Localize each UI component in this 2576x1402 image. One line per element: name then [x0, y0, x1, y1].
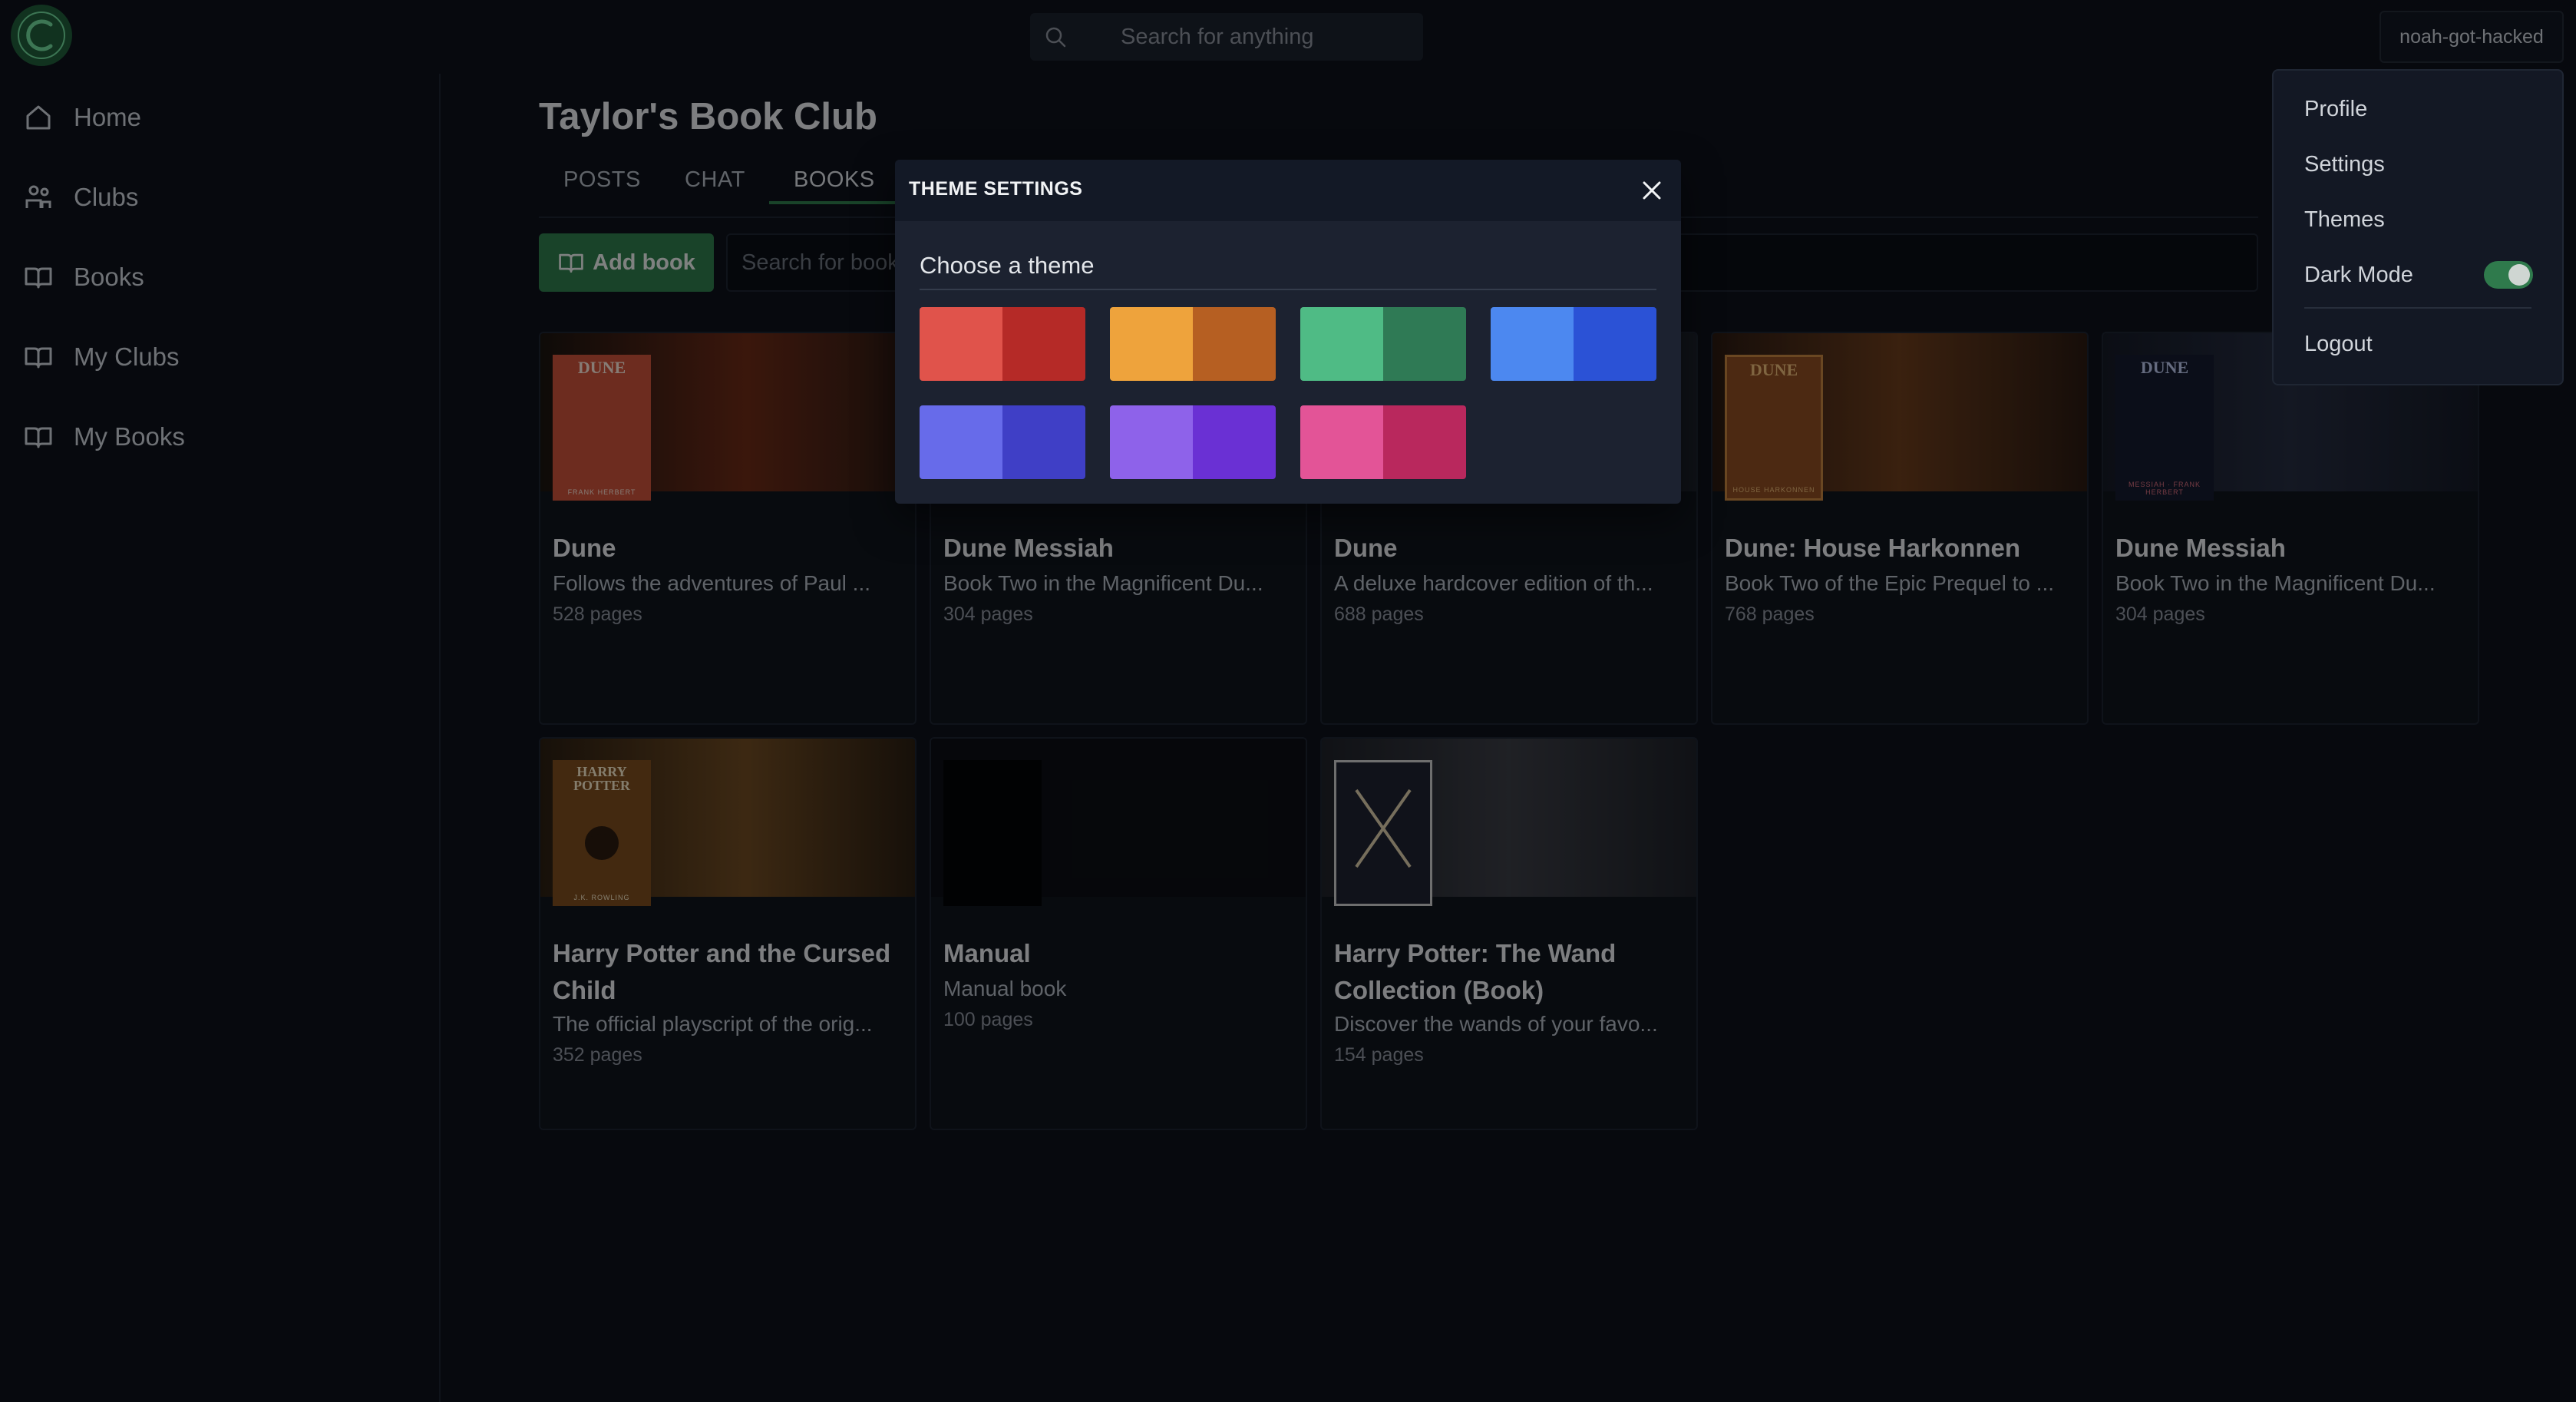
theme-settings-modal: THEME SETTINGS Choose a theme — [895, 160, 1681, 504]
menu-item-themes[interactable]: Themes — [2304, 207, 2385, 233]
dark-mode-toggle[interactable] — [2484, 261, 2533, 289]
app-root: noah-got-hacked Home Clubs Books — [0, 0, 2576, 1402]
modal-title: THEME SETTINGS — [909, 178, 1083, 200]
theme-swatch-pink[interactable] — [1300, 405, 1466, 479]
theme-swatch-green[interactable] — [1300, 307, 1466, 381]
modal-divider — [920, 289, 1656, 290]
theme-swatch-indigo[interactable] — [920, 405, 1085, 479]
modal-header: THEME SETTINGS — [895, 160, 1681, 221]
menu-item-profile[interactable]: Profile — [2304, 97, 2367, 122]
close-icon — [1643, 181, 1661, 200]
close-button[interactable] — [1638, 177, 1666, 204]
theme-swatch-blue[interactable] — [1491, 307, 1656, 381]
menu-item-logout[interactable]: Logout — [2304, 332, 2373, 357]
theme-swatch-purple[interactable] — [1110, 405, 1276, 479]
theme-swatch-red[interactable] — [920, 307, 1085, 381]
modal-subtitle: Choose a theme — [920, 252, 1095, 279]
theme-swatch-orange[interactable] — [1110, 307, 1276, 381]
menu-item-settings[interactable]: Settings — [2304, 152, 2385, 177]
menu-item-dark-mode[interactable]: Dark Mode — [2304, 263, 2413, 288]
menu-divider — [2304, 307, 2531, 309]
account-menu: Profile Settings Themes Dark Mode Logout — [2272, 69, 2564, 385]
toggle-knob — [2508, 264, 2530, 286]
